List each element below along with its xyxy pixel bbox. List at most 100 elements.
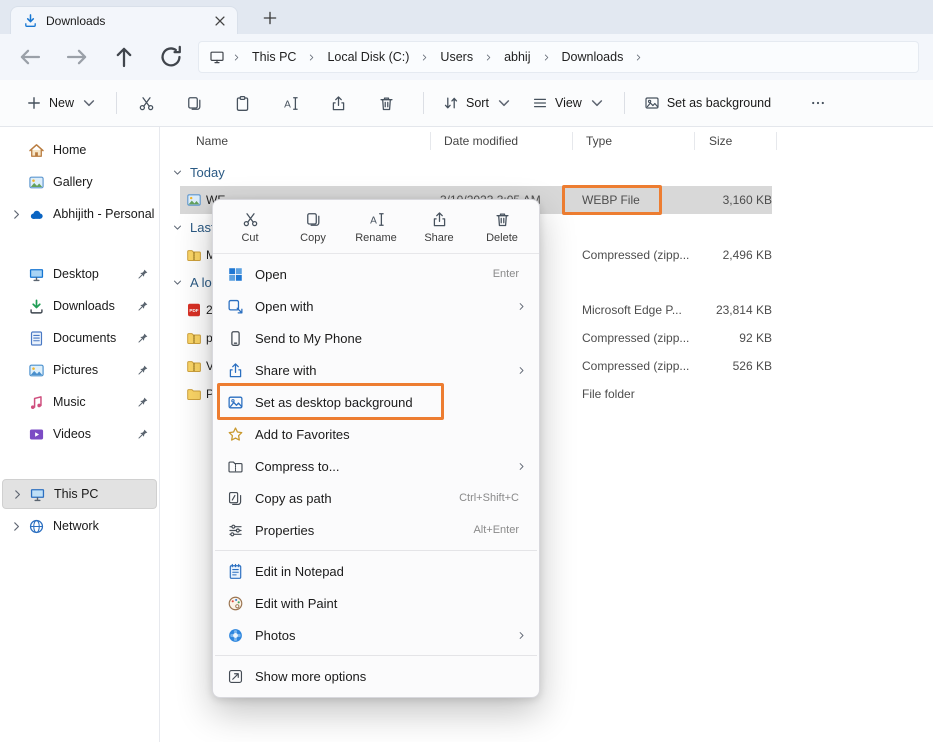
sort-button-label: Sort bbox=[466, 96, 489, 110]
titlebar: Downloads bbox=[0, 0, 933, 34]
context-quick-label: Copy bbox=[300, 232, 326, 244]
zip-icon bbox=[186, 247, 202, 263]
rename-icon: A bbox=[368, 211, 385, 228]
sidebar-item-pictures[interactable]: Pictures bbox=[0, 355, 159, 385]
context-menu-quickbar: Cut Copy ARenameShare Delete bbox=[213, 200, 539, 254]
breadcrumb-item-local-disk-c[interactable]: Local Disk (C:) bbox=[323, 48, 413, 66]
view-icon bbox=[532, 95, 548, 111]
tab-close-icon[interactable] bbox=[211, 12, 229, 30]
pin-icon bbox=[137, 268, 149, 280]
group-label: Today bbox=[190, 165, 225, 180]
sidebar-item-downloads[interactable]: Downloads bbox=[0, 291, 159, 321]
share-icon bbox=[431, 211, 448, 228]
file-type: File folder bbox=[582, 387, 635, 401]
chevron-spacer bbox=[10, 364, 23, 377]
sidebar-item-label: Videos bbox=[53, 427, 137, 441]
compress-icon bbox=[227, 458, 244, 475]
copy-button[interactable] bbox=[174, 86, 214, 120]
menu-item-edit-with-paint[interactable]: Edit with Paint bbox=[213, 587, 539, 619]
pictures-icon bbox=[28, 362, 45, 379]
documents-icon bbox=[28, 330, 45, 347]
sidebar-item-music[interactable]: Music bbox=[0, 387, 159, 417]
menu-item-copy-as-path[interactable]: Copy as pathCtrl+Shift+C bbox=[213, 482, 539, 514]
phone-icon bbox=[227, 330, 244, 347]
sidebar-item-this-pc[interactable]: This PC bbox=[2, 479, 157, 509]
sidebar-item-documents[interactable]: Documents bbox=[0, 323, 159, 353]
breadcrumb-item-this-pc[interactable]: This PC bbox=[248, 48, 300, 66]
menu-item-set-as-desktop-background[interactable]: Set as desktop background bbox=[213, 386, 539, 418]
photos-icon bbox=[227, 627, 244, 644]
menu-item-send-to-my-phone[interactable]: Send to My Phone bbox=[213, 322, 539, 354]
home-icon bbox=[28, 142, 45, 159]
view-button[interactable]: View bbox=[522, 86, 615, 120]
sidebar-item-home[interactable]: Home bbox=[0, 135, 159, 165]
sidebar-item-label: This PC bbox=[54, 487, 156, 501]
breadcrumb: This PC Local Disk (C:) Users abhij Download… bbox=[198, 41, 919, 73]
sidebar-item-videos[interactable]: Videos bbox=[0, 419, 159, 449]
set-as-background-button[interactable]: Set as background bbox=[634, 86, 781, 120]
new-button[interactable]: New bbox=[16, 86, 107, 120]
share-button[interactable] bbox=[318, 86, 358, 120]
group-header-today[interactable]: Today bbox=[160, 159, 933, 186]
toolbar-separator bbox=[423, 92, 424, 114]
menu-item-compress-to[interactable]: Compress to... bbox=[213, 450, 539, 482]
chevron-spacer bbox=[10, 428, 23, 441]
context-cut-button[interactable]: Cut bbox=[223, 206, 277, 249]
menu-chevron-icon bbox=[516, 301, 527, 312]
menu-item-open[interactable]: OpenEnter bbox=[213, 258, 539, 290]
favorites-icon bbox=[227, 426, 244, 443]
menu-item-photos[interactable]: Photos bbox=[213, 619, 539, 651]
set-as-background-label: Set as background bbox=[667, 96, 771, 110]
sidebar-item-gallery[interactable]: Gallery bbox=[0, 167, 159, 197]
delete-button[interactable] bbox=[366, 86, 406, 120]
toolbar-separator bbox=[624, 92, 625, 114]
address-bar: This PC Local Disk (C:) Users abhij Download… bbox=[0, 34, 933, 80]
new-tab-button[interactable] bbox=[260, 9, 280, 27]
pin-icon bbox=[137, 428, 149, 440]
explorer-tab[interactable]: Downloads bbox=[10, 6, 238, 34]
group-chevron-icon bbox=[172, 222, 183, 233]
forward-button[interactable] bbox=[64, 44, 90, 70]
up-button[interactable] bbox=[111, 44, 137, 70]
rename-button[interactable]: A bbox=[270, 86, 310, 120]
sidebar-item-desktop[interactable]: Desktop bbox=[0, 259, 159, 289]
image-file-icon bbox=[186, 192, 202, 208]
context-copy-button[interactable]: Copy bbox=[286, 206, 340, 249]
sidebar-item-abhijith-personal[interactable]: Abhijith - Personal bbox=[0, 199, 159, 229]
breadcrumb-item-users[interactable]: Users bbox=[436, 48, 477, 66]
sort-button[interactable]: Sort bbox=[433, 86, 522, 120]
breadcrumb-item-downloads[interactable]: Downloads bbox=[558, 48, 628, 66]
menu-item-open-with[interactable]: Open with bbox=[213, 290, 539, 322]
rename-icon: A bbox=[282, 95, 299, 112]
context-delete-button[interactable]: Delete bbox=[475, 206, 529, 249]
computer-icon bbox=[209, 49, 225, 65]
context-quick-label: Delete bbox=[486, 232, 518, 244]
chevron-right-icon bbox=[10, 208, 23, 221]
back-button[interactable] bbox=[17, 44, 43, 70]
context-menu: Cut Copy ARenameShare Delete OpenEnterOpen … bbox=[212, 199, 540, 698]
group-chevron-icon bbox=[172, 167, 183, 178]
refresh-button[interactable] bbox=[158, 44, 184, 70]
menu-item-add-to-favorites[interactable]: Add to Favorites bbox=[213, 418, 539, 450]
group-label: A lo bbox=[190, 275, 212, 290]
pin-icon bbox=[137, 396, 149, 408]
chevron-right-icon bbox=[634, 53, 643, 62]
menu-item-label: Show more options bbox=[255, 669, 527, 684]
menu-item-edit-in-notepad[interactable]: Edit in Notepad bbox=[213, 555, 539, 587]
menu-item-label: Share with bbox=[255, 363, 516, 378]
menu-item-properties[interactable]: PropertiesAlt+Enter bbox=[213, 514, 539, 546]
menu-item-share-with[interactable]: Share with bbox=[213, 354, 539, 386]
paste-button[interactable] bbox=[222, 86, 262, 120]
sidebar-item-label: Home bbox=[53, 143, 159, 157]
paste-icon bbox=[234, 95, 251, 112]
menu-item-label: Open bbox=[255, 267, 493, 282]
menu-chevron-icon bbox=[516, 365, 527, 376]
context-rename-button[interactable]: ARename bbox=[349, 206, 403, 249]
sidebar-item-network[interactable]: Network bbox=[0, 511, 159, 541]
cut-button[interactable] bbox=[126, 86, 166, 120]
menu-item-show-more-options[interactable]: Show more options bbox=[213, 660, 539, 692]
see-more-button[interactable] bbox=[803, 86, 833, 120]
breadcrumb-item-abhij[interactable]: abhij bbox=[500, 48, 534, 66]
file-size: 2,496 KB bbox=[672, 248, 772, 262]
context-share-button[interactable]: Share bbox=[412, 206, 466, 249]
